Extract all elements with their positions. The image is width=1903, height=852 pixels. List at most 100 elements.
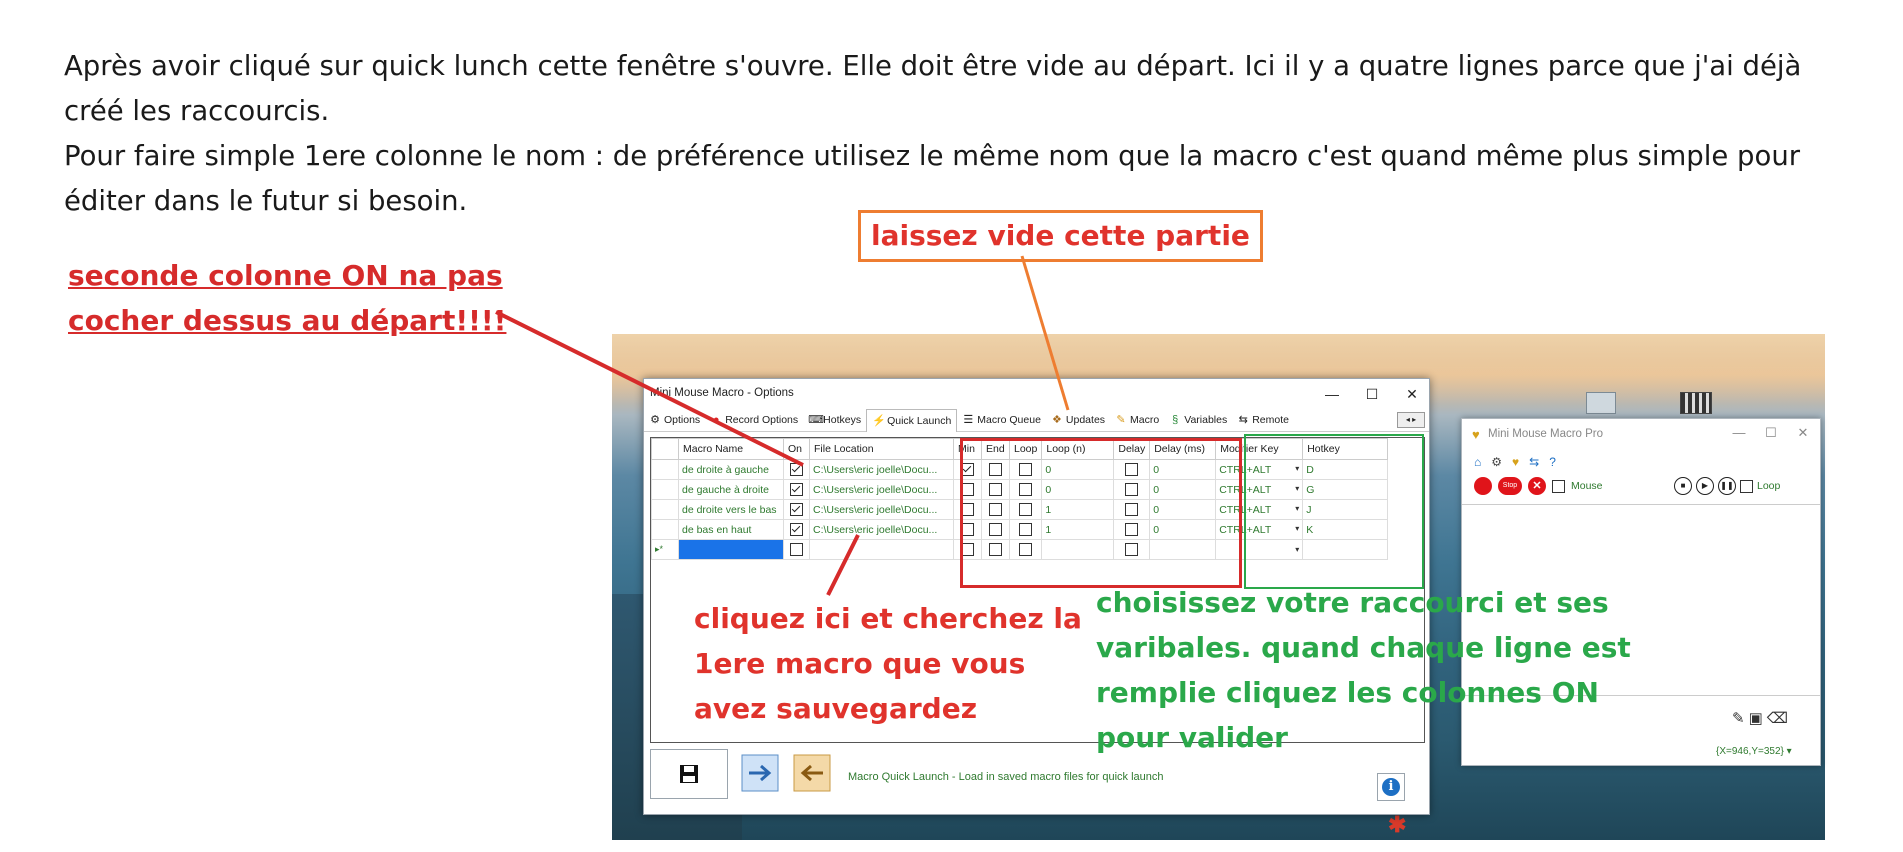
- maximize-button[interactable]: ☐: [1360, 383, 1384, 405]
- file-location-cell[interactable]: C:\Users\eric joelle\Docu...: [809, 459, 954, 480]
- options-titlebar: Mini Mouse Macro - Options — ☐ ✕: [644, 379, 1429, 409]
- tab-updates-label: Updates: [1065, 414, 1106, 426]
- annotation-click-here-line-2: 1ere macro que vous: [694, 647, 1026, 680]
- macro-name-cell[interactable]: de gauche à droite: [678, 479, 784, 500]
- annotation-choose-hotkey-line-1: choisissez votre raccourci et ses: [1096, 586, 1609, 619]
- tab-remote[interactable]: ⇆ Remote: [1232, 409, 1294, 431]
- home-icon[interactable]: ⌂: [1474, 455, 1481, 469]
- on-cell[interactable]: [783, 519, 810, 540]
- file-location-cell[interactable]: [809, 539, 954, 560]
- annotation-click-here-line-3: avez sauvegardez: [694, 692, 977, 725]
- tab-macro-queue[interactable]: ☰ Macro Queue: [957, 409, 1046, 431]
- macro-icon[interactable]: ♥: [1512, 455, 1519, 469]
- mouse-checkbox[interactable]: [1552, 479, 1565, 493]
- annotation-leave-empty: laissez vide cette partie: [858, 210, 1263, 262]
- on-cell[interactable]: [783, 459, 810, 480]
- annotation-on-column-line-2: cocher dessus au départ!!!!: [68, 304, 507, 337]
- tab-options-label: Options: [664, 414, 701, 426]
- save-icon[interactable]: ▣: [1749, 709, 1763, 727]
- desktop-shortcut-icon[interactable]: [1586, 392, 1616, 414]
- stop-playback-button[interactable]: ■: [1674, 477, 1692, 495]
- row-header[interactable]: [651, 499, 679, 520]
- annotation-choose-hotkey-line-4: pour valider: [1096, 721, 1288, 754]
- options-tab-bar: ⚙ Options ● Record Options ⌨Hotkeys ⚡Quick…: [644, 409, 1429, 432]
- desktop-film-icon[interactable]: [1680, 392, 1712, 414]
- record-button[interactable]: [1474, 477, 1492, 495]
- row-header[interactable]: [651, 479, 679, 500]
- tab-updates[interactable]: ❖ Updates: [1046, 409, 1110, 431]
- tab-scroll-arrows[interactable]: ◂ ▸: [1397, 412, 1425, 428]
- clear-button[interactable]: ✕: [1528, 477, 1546, 495]
- queue-icon[interactable]: ⇆: [1529, 455, 1539, 469]
- tab-hotkeys[interactable]: ⌨Hotkeys: [803, 409, 866, 431]
- arrow-right-icon: [741, 754, 779, 792]
- on-cell[interactable]: [783, 479, 810, 500]
- arrow-left-icon: [793, 754, 831, 792]
- tab-hotkeys-label: Hotkeys: [823, 414, 862, 426]
- mouse-label: Mouse: [1571, 480, 1603, 492]
- close-button[interactable]: ✕: [1400, 383, 1424, 405]
- load-button[interactable]: [740, 749, 782, 797]
- options-icon: ⚙: [650, 414, 660, 426]
- on-cell[interactable]: [783, 499, 810, 520]
- lightning-icon: ⚡: [872, 415, 886, 427]
- on-cell[interactable]: [783, 539, 810, 560]
- status-text: Macro Quick Launch - Load in saved macro…: [848, 771, 1164, 783]
- annotation-on-column-line-1: seconde colonne ON na pas: [68, 259, 503, 292]
- file-location-cell[interactable]: C:\Users\eric joelle\Docu...: [809, 479, 954, 500]
- column-header-file-location[interactable]: File Location: [809, 438, 954, 460]
- cursor-coordinates: {X=946,Y=352} ▾: [1716, 746, 1792, 757]
- tab-macro-label: Macro: [1130, 414, 1160, 426]
- loop-checkbox[interactable]: [1740, 479, 1753, 493]
- minimize-button[interactable]: —: [1320, 383, 1344, 405]
- pause-button[interactable]: ❚❚: [1718, 477, 1736, 495]
- tab-macro[interactable]: ✎ Macro: [1110, 409, 1164, 431]
- mini-minimize-button[interactable]: —: [1728, 423, 1750, 443]
- macro-name-cell[interactable]: de droite vers le bas: [678, 499, 784, 520]
- intro-paragraph-1: Après avoir cliqué sur quick lunch cette…: [64, 50, 1802, 127]
- edit-icon[interactable]: ✎: [1732, 709, 1745, 727]
- mini-close-button[interactable]: ✕: [1792, 423, 1814, 443]
- info-button[interactable]: i: [1377, 773, 1405, 801]
- tab-record-options[interactable]: ● Record Options: [705, 409, 803, 431]
- on-checkbox[interactable]: [790, 543, 803, 556]
- macro-name-cell[interactable]: de droite à gauche: [678, 459, 784, 480]
- variables-icon: §: [1172, 414, 1179, 426]
- play-button[interactable]: ▶: [1696, 477, 1714, 495]
- annotation-red-box: [960, 438, 1242, 588]
- mini-maximize-button[interactable]: ☐: [1760, 423, 1782, 443]
- on-checkbox[interactable]: [790, 483, 803, 496]
- updates-icon: ❖: [1051, 414, 1062, 426]
- list-icon: ☰: [963, 414, 974, 426]
- row-header[interactable]: [651, 459, 679, 480]
- settings-icon[interactable]: ⚙: [1491, 455, 1502, 469]
- stop-button[interactable]: Stop: [1498, 477, 1522, 495]
- tab-options[interactable]: ⚙ Options: [644, 409, 705, 431]
- mini-toolbar-top: ⌂ ⚙ ♥ ⇆ ?: [1474, 455, 1556, 469]
- tab-remote-label: Remote: [1252, 414, 1289, 426]
- new-macro-name-cell[interactable]: [678, 539, 784, 560]
- column-header-on[interactable]: On: [783, 438, 810, 460]
- save-button[interactable]: [650, 749, 728, 799]
- tab-quick-launch[interactable]: ⚡Quick Launch: [866, 409, 958, 432]
- loop-label: Loop: [1757, 480, 1781, 492]
- tab-quick-launch-label: Quick Launch: [887, 415, 952, 427]
- new-row-marker[interactable]: ▸*: [651, 539, 679, 560]
- macro-name-cell[interactable]: de bas en haut: [678, 519, 784, 540]
- help-icon[interactable]: ?: [1549, 455, 1556, 469]
- record-options-icon: ●: [712, 414, 720, 426]
- annotation-click-here-line-1: cliquez ici et cherchez la: [694, 602, 1082, 635]
- annotation-choose-hotkey-line-2: varibales. quand chaque ligne est: [1096, 631, 1631, 664]
- on-checkbox[interactable]: [790, 463, 803, 476]
- on-checkbox[interactable]: [790, 503, 803, 516]
- column-header-macro-name[interactable]: Macro Name: [678, 438, 784, 460]
- file-location-cell[interactable]: C:\Users\eric joelle\Docu...: [809, 519, 954, 540]
- row-header[interactable]: [651, 519, 679, 540]
- on-checkbox[interactable]: [790, 523, 803, 536]
- broom-icon[interactable]: ⌫: [1767, 709, 1788, 727]
- mini-window-title: Mini Mouse Macro Pro: [1488, 428, 1604, 440]
- back-button[interactable]: [792, 749, 834, 797]
- annotation-on-column: seconde colonne ON na pas cocher dessus …: [68, 253, 506, 343]
- file-location-cell[interactable]: C:\Users\eric joelle\Docu...: [809, 499, 954, 520]
- tab-variables[interactable]: § Variables: [1164, 409, 1232, 431]
